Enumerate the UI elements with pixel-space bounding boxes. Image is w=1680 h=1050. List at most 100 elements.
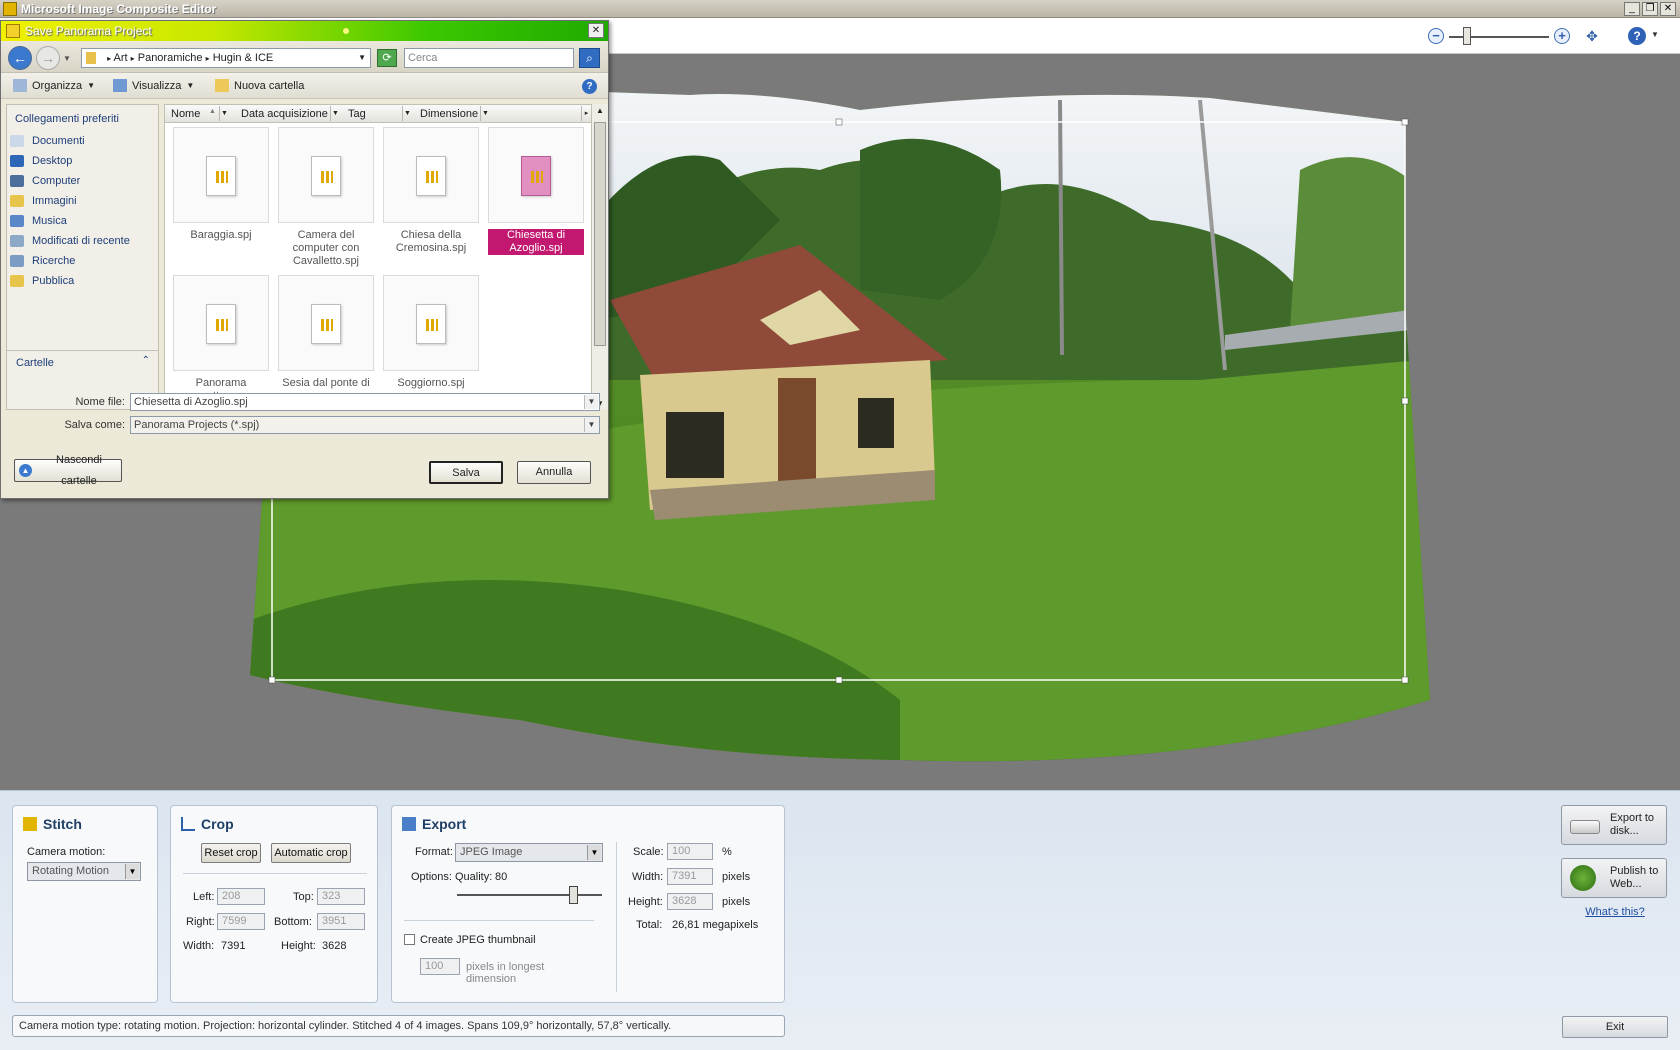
fav-desktop[interactable]: Desktop bbox=[10, 155, 72, 167]
save-dialog: Save Panorama Project ✕ ← → ▼ ▸ Art ▸ Pa… bbox=[0, 20, 609, 499]
file-item[interactable]: Panorama notturno bbox=[173, 275, 269, 403]
scale-unit: % bbox=[722, 846, 732, 858]
spj-file-icon bbox=[383, 127, 479, 223]
dialog-help-icon[interactable]: ? bbox=[582, 79, 597, 94]
publish-to-web-button[interactable]: Publish to Web... bbox=[1561, 858, 1667, 898]
crop-top-field[interactable]: 323 bbox=[317, 888, 365, 905]
file-item[interactable]: Sesia dal ponte di bbox=[278, 275, 374, 390]
hide-folders-button[interactable]: ▲ Nascondi cartelle bbox=[14, 454, 122, 487]
col-data[interactable]: Data acquisizione bbox=[241, 108, 328, 120]
format-select[interactable]: JPEG Image ▼ bbox=[455, 843, 603, 862]
main-title-bar: Microsoft Image Composite Editor _ ❐ ✕ bbox=[0, 0, 1680, 18]
stitch-icon bbox=[23, 817, 37, 831]
fit-to-window-icon[interactable]: ✥ bbox=[1583, 28, 1601, 44]
view-menu[interactable]: Visualizza ▼ bbox=[113, 79, 194, 92]
search-icon[interactable]: ⌕ bbox=[579, 48, 600, 68]
export-to-disk-button[interactable]: Export to disk... bbox=[1561, 805, 1667, 845]
new-folder-button[interactable]: Nuova cartella bbox=[215, 79, 304, 92]
crop-right-field[interactable]: 7599 bbox=[217, 913, 265, 930]
help-icon[interactable]: ? bbox=[1628, 27, 1646, 45]
folders-toggle[interactable]: Cartelle ⌃ bbox=[7, 350, 158, 374]
file-item-selected[interactable]: Chiesetta di Azoglio.spj bbox=[488, 127, 584, 255]
fav-pubblica[interactable]: Pubblica bbox=[10, 275, 74, 287]
address-breadcrumb[interactable]: ▸ Art ▸ Panoramiche ▸ Hugin & ICE ▼ bbox=[81, 48, 371, 68]
export-width-field[interactable]: 7391 bbox=[667, 868, 713, 885]
save-button[interactable]: Salva bbox=[429, 461, 503, 484]
organize-menu[interactable]: Organizza ▼ bbox=[13, 79, 95, 92]
camera-motion-select[interactable]: Rotating Motion ▼ bbox=[27, 862, 141, 881]
quality-slider-thumb[interactable] bbox=[569, 886, 578, 904]
crop-top-label: Top: bbox=[293, 891, 314, 903]
thumbnail-size-field[interactable]: 100 bbox=[420, 958, 460, 975]
scroll-up-icon[interactable]: ▲ bbox=[596, 106, 604, 115]
spj-file-icon bbox=[173, 275, 269, 371]
dialog-nav-bar: ← → ▼ ▸ Art ▸ Panoramiche ▸ Hugin & ICE … bbox=[1, 41, 608, 73]
scrollbar-thumb[interactable] bbox=[594, 122, 606, 346]
zoom-slider-thumb[interactable] bbox=[1463, 27, 1471, 45]
stitch-panel: Stitch Camera motion: Rotating Motion ▼ bbox=[12, 805, 158, 1003]
thumbnail-checkbox[interactable] bbox=[404, 934, 415, 945]
fav-computer[interactable]: Computer bbox=[10, 175, 80, 187]
forward-icon[interactable]: → bbox=[36, 46, 60, 70]
col-dimensione[interactable]: Dimensione bbox=[420, 108, 478, 120]
save-type-label: Salva come: bbox=[64, 419, 125, 431]
filename-input[interactable]: Chiesetta di Azoglio.spj ▼ bbox=[130, 393, 600, 411]
spj-file-icon bbox=[383, 275, 479, 371]
desktop-icon bbox=[10, 155, 24, 167]
fav-ricerche[interactable]: Ricerche bbox=[10, 255, 75, 267]
chevron-up-icon: ▲ bbox=[19, 464, 32, 477]
recent-icon bbox=[10, 235, 24, 247]
breadcrumb-art[interactable]: Art bbox=[114, 52, 128, 64]
file-item[interactable]: Chiesa della Cremosina.spj bbox=[383, 127, 479, 255]
fav-recenti[interactable]: Modificati di recente bbox=[10, 235, 130, 247]
leaf-icon bbox=[1570, 865, 1596, 891]
breadcrumb-hugin-ice[interactable]: Hugin & ICE bbox=[213, 52, 274, 64]
fav-immagini[interactable]: Immagini bbox=[10, 195, 77, 207]
restore-button[interactable]: ❐ bbox=[1642, 2, 1658, 16]
back-icon[interactable]: ← bbox=[8, 46, 32, 70]
crop-left-field[interactable]: 208 bbox=[217, 888, 265, 905]
file-list: Nome ▲ ▼ Data acquisizione ▼ Tag ▼ Dimen… bbox=[164, 104, 593, 410]
export-panel: Export Format: JPEG Image ▼ Options: Qual… bbox=[391, 805, 785, 1003]
scale-field[interactable]: 100 bbox=[667, 843, 713, 860]
minimize-button[interactable]: _ bbox=[1624, 2, 1640, 16]
file-item[interactable]: Baraggia.spj bbox=[173, 127, 269, 242]
automatic-crop-button[interactable]: Automatic crop bbox=[271, 843, 351, 863]
whats-this-link[interactable]: What's this? bbox=[1556, 906, 1674, 918]
reset-crop-button[interactable]: Reset crop bbox=[201, 843, 261, 863]
crop-bottom-field[interactable]: 3951 bbox=[317, 913, 365, 930]
camera-motion-label: Camera motion: bbox=[27, 846, 106, 858]
thumbnail-label: Create JPEG thumbnail bbox=[420, 934, 536, 946]
spj-file-icon bbox=[173, 127, 269, 223]
export-height-unit: pixels bbox=[722, 896, 751, 908]
dialog-close-button[interactable]: ✕ bbox=[588, 23, 604, 38]
save-type-select[interactable]: Panorama Projects (*.spj) ▼ bbox=[130, 416, 600, 434]
export-height-label: Height: bbox=[628, 896, 663, 908]
chevron-down-icon[interactable]: ▼ bbox=[1651, 30, 1659, 39]
app-icon bbox=[3, 2, 17, 16]
crop-icon bbox=[181, 817, 195, 831]
fav-documenti[interactable]: Documenti bbox=[10, 135, 85, 147]
file-item[interactable]: Camera del computer con Cavalletto.spj bbox=[278, 127, 374, 268]
exit-button[interactable]: Exit bbox=[1562, 1016, 1668, 1038]
quality-label: Quality: bbox=[455, 871, 493, 883]
breadcrumb-panoramiche[interactable]: Panoramiche bbox=[138, 52, 203, 64]
zoom-in-icon[interactable]: + bbox=[1554, 28, 1570, 44]
searches-icon bbox=[10, 255, 24, 267]
cancel-button[interactable]: Annulla bbox=[517, 461, 591, 484]
quality-slider-track[interactable] bbox=[457, 894, 602, 896]
refresh-icon[interactable]: ⟳ bbox=[377, 49, 397, 67]
file-item[interactable]: Soggiorno.spj bbox=[383, 275, 479, 390]
file-list-scrollbar[interactable]: ▲ ▼ bbox=[591, 104, 608, 410]
search-input[interactable]: Cerca bbox=[404, 48, 574, 68]
export-height-field[interactable]: 3628 bbox=[667, 893, 713, 910]
close-window-button[interactable]: ✕ bbox=[1660, 2, 1676, 16]
crop-height-value: 3628 bbox=[322, 940, 347, 952]
status-bar: Camera motion type: rotating motion. Pro… bbox=[12, 1015, 785, 1037]
col-nome[interactable]: Nome bbox=[171, 108, 200, 120]
history-chevron-icon[interactable]: ▼ bbox=[63, 54, 71, 63]
col-tag[interactable]: Tag bbox=[348, 108, 366, 120]
zoom-out-icon[interactable]: − bbox=[1428, 28, 1444, 44]
crop-panel: Crop Reset crop Automatic crop Left: 208… bbox=[170, 805, 378, 1003]
fav-musica[interactable]: Musica bbox=[10, 215, 67, 227]
